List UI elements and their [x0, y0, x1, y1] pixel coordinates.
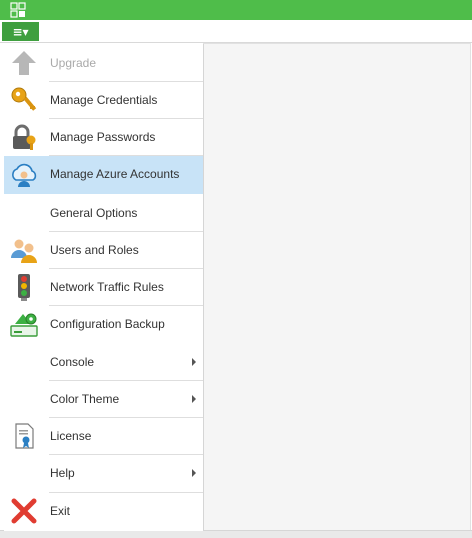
menu-item-users-and-roles[interactable]: Users and Roles — [4, 232, 203, 268]
menu-item-network-traffic-rules[interactable]: Network Traffic Rules — [4, 269, 203, 305]
main-menu-button[interactable]: ≡▾ — [2, 22, 39, 41]
menu-item-manage-azure-accounts[interactable]: Manage Azure Accounts — [4, 156, 203, 194]
menu-item-configuration-backup[interactable]: Configuration Backup — [4, 306, 203, 342]
azure-cloud-icon — [8, 159, 40, 189]
title-bar — [0, 0, 472, 20]
menu-item-label: Console — [50, 355, 95, 369]
menu-item-exit[interactable]: Exit — [4, 493, 203, 529]
menu-item-label: Help — [50, 466, 75, 480]
menu-item-label: Users and Roles — [50, 243, 139, 257]
hamburger-menu-icon: ≡▾ — [12, 24, 29, 39]
menu-bar: ≡▾ — [0, 20, 472, 43]
upgrade-arrow-icon — [8, 48, 40, 78]
traffic-light-icon — [8, 272, 40, 302]
menu-item-console[interactable]: Console — [4, 344, 203, 380]
submenu-arrow-icon — [192, 469, 196, 477]
menu-item-general-options[interactable]: General Options — [4, 195, 203, 231]
main-menu-dropdown: Upgrade Manage Credentials Manage Passwo… — [4, 44, 204, 531]
menu-item-label: Manage Azure Accounts — [50, 167, 180, 181]
menu-item-label: Configuration Backup — [50, 317, 165, 331]
workspace-area — [203, 43, 471, 537]
lock-key-icon — [8, 122, 40, 152]
menu-item-color-theme[interactable]: Color Theme — [4, 381, 203, 417]
key-icon — [8, 85, 40, 115]
menu-item-manage-credentials[interactable]: Manage Credentials — [4, 82, 203, 118]
menu-item-upgrade[interactable]: Upgrade — [4, 45, 203, 81]
submenu-arrow-icon — [192, 395, 196, 403]
users-icon — [8, 235, 40, 265]
menu-item-label: License — [50, 429, 92, 443]
menu-item-label: Upgrade — [50, 56, 97, 70]
config-backup-icon — [8, 309, 40, 339]
submenu-arrow-icon — [192, 358, 196, 366]
menu-item-label: Exit — [50, 504, 71, 518]
menu-item-license[interactable]: License — [4, 418, 203, 454]
menu-item-label: Network Traffic Rules — [50, 280, 164, 294]
menu-item-manage-passwords[interactable]: Manage Passwords — [4, 119, 203, 155]
menu-item-label: Manage Passwords — [50, 130, 156, 144]
menu-item-help[interactable]: Help — [4, 455, 203, 491]
app-grid-icon — [10, 2, 26, 18]
exit-x-icon — [8, 496, 40, 526]
menu-item-label: Color Theme — [50, 392, 120, 406]
menu-item-label: General Options — [50, 206, 138, 220]
menu-item-label: Manage Credentials — [50, 93, 158, 107]
license-icon — [8, 421, 40, 451]
